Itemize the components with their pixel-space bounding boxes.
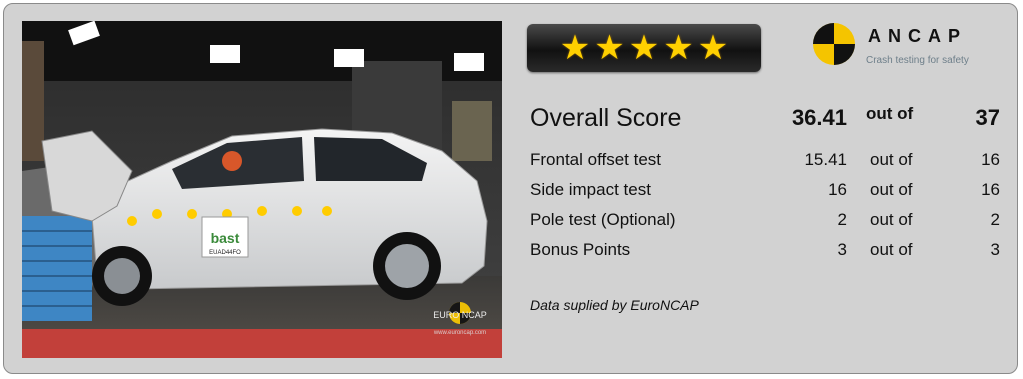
test-label: Bonus Points bbox=[530, 240, 631, 259]
test-out-of: out of bbox=[870, 180, 913, 199]
overall-max: 37 bbox=[975, 105, 1000, 130]
test-out-of: out of bbox=[870, 210, 913, 229]
overall-score: 36.41 bbox=[791, 105, 847, 130]
data-source-note: Data suplied by EuroNCAP bbox=[530, 297, 699, 313]
overall-out-of: out of bbox=[866, 104, 914, 123]
overall-label: Overall Score bbox=[530, 104, 682, 132]
test-out-of: out of bbox=[870, 150, 913, 169]
test-max: 16 bbox=[981, 150, 1000, 169]
test-out-of: out of bbox=[870, 240, 913, 259]
ancap-logo: ANCAP Crash testing for safety bbox=[812, 22, 982, 72]
logo-tagline: Crash testing for safety bbox=[866, 55, 969, 66]
test-label: Pole test (Optional) bbox=[530, 210, 676, 229]
test-score: 16 bbox=[828, 180, 847, 199]
euroncap-url: www.euroncap.com bbox=[433, 330, 486, 336]
logo-name: ANCAP bbox=[868, 26, 968, 46]
star-icon: ★ bbox=[628, 29, 660, 67]
star-icon: ★ bbox=[663, 29, 694, 67]
test-max: 3 bbox=[990, 240, 1000, 259]
ancap-logo-icon bbox=[813, 23, 855, 65]
euroncap-watermark: EURO NCAP bbox=[433, 310, 487, 320]
star-icon: ★ bbox=[697, 29, 729, 67]
star-icon: ★ bbox=[594, 29, 625, 67]
bast-sticker: bast bbox=[211, 230, 240, 246]
test-label: Frontal offset test bbox=[530, 150, 662, 169]
star-rating: ★ ★ ★ ★ ★ bbox=[527, 24, 761, 72]
car-plate: EUAD44FO bbox=[209, 250, 241, 256]
test-score: 2 bbox=[837, 210, 847, 229]
test-score: 15.41 bbox=[804, 150, 847, 169]
test-label: Side impact test bbox=[530, 180, 651, 199]
crash-test-photo: bast EUAD44FO EURO NCAP www.euroncap.com bbox=[22, 21, 502, 358]
star-icon: ★ bbox=[559, 29, 591, 67]
test-max: 16 bbox=[981, 180, 1000, 199]
test-score: 3 bbox=[837, 240, 847, 259]
test-max: 2 bbox=[990, 210, 1000, 229]
